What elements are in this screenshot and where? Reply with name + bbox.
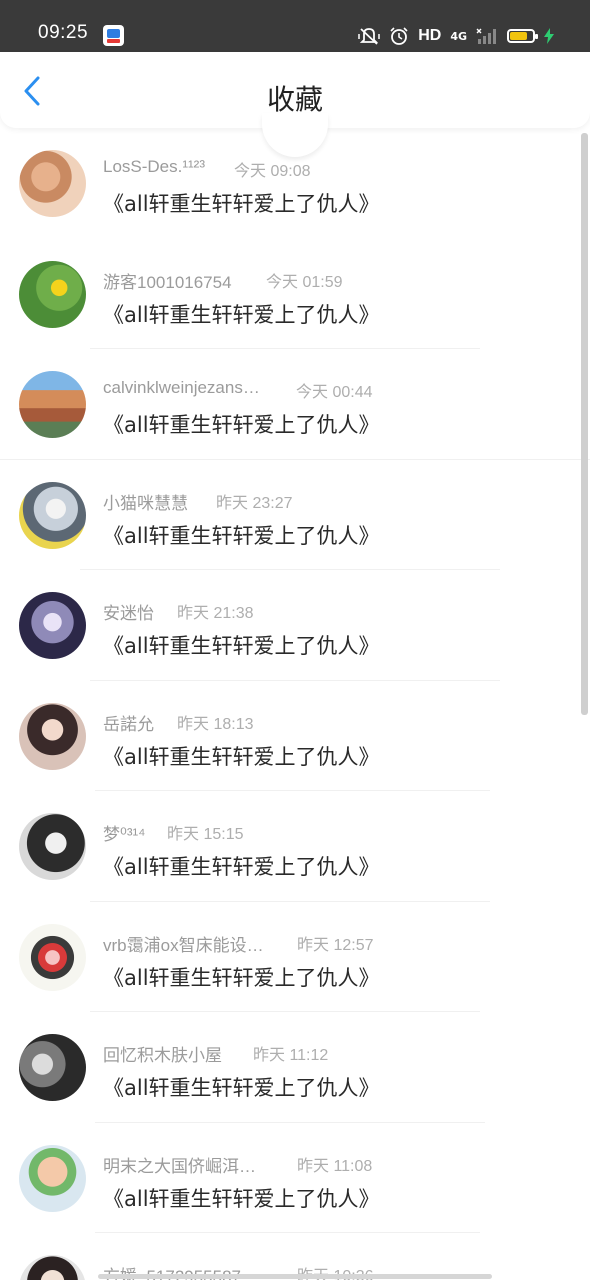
avatar[interactable]: [19, 371, 86, 438]
user-name[interactable]: 梦⁰³¹⁴: [103, 820, 145, 845]
timestamp: 今天 01:59: [266, 273, 343, 291]
avatar[interactable]: [19, 150, 86, 217]
alarm-icon: [390, 27, 408, 45]
favorite-title[interactable]: 《all轩重生轩轩爱上了仇人》: [103, 630, 380, 660]
list-item[interactable]: 梦⁰³¹⁴ 昨天 15:15 《all轩重生轩轩爱上了仇人》: [0, 791, 590, 902]
user-name[interactable]: 小猫咪慧慧: [103, 489, 188, 514]
list-item[interactable]: 方媛_5172955587…昨天 10:36: [0, 1233, 590, 1280]
avatar[interactable]: [19, 592, 86, 659]
user-name[interactable]: LosS-Des.¹¹²³: [103, 157, 205, 177]
battery-icon: [507, 29, 538, 43]
item-meta: 回忆积木肤小屋 昨天 11:12: [103, 1041, 403, 1066]
list-item[interactable]: 明末之大国侪崛洱… 昨天 11:08 《all轩重生轩轩爱上了仇人》: [0, 1123, 590, 1233]
favorites-list[interactable]: LosS-Des.¹¹²³ 今天 09:08 《all轩重生轩轩爱上了仇人》 游客10…: [0, 128, 590, 1280]
scrollbar[interactable]: [581, 133, 588, 715]
user-name[interactable]: 游客1001016754: [103, 268, 232, 293]
favorite-title[interactable]: 《all轩重生轩轩爱上了仇人》: [103, 962, 380, 992]
page-title: 收藏: [266, 83, 323, 116]
battery-level: [510, 32, 527, 40]
timestamp: 昨天 18:13: [177, 715, 254, 733]
app-notification-icon: [103, 25, 124, 46]
list-item[interactable]: 岳諾允 昨天 18:13 《all轩重生轩轩爱上了仇人》: [0, 681, 590, 791]
item-meta: 安迷怡 昨天 21:38: [103, 599, 403, 624]
favorite-title[interactable]: 《all轩重生轩轩爱上了仇人》: [103, 741, 380, 771]
favorite-title[interactable]: 《all轩重生轩轩爱上了仇人》: [103, 851, 380, 881]
favorite-title[interactable]: 《all轩重生轩轩爱上了仇人》: [103, 299, 380, 329]
user-name[interactable]: 回忆积木肤小屋: [103, 1041, 222, 1066]
charging-icon: [544, 28, 554, 44]
home-indicator[interactable]: [98, 1274, 492, 1279]
user-name[interactable]: 明末之大国侪崛洱…: [103, 1152, 256, 1177]
avatar[interactable]: [19, 702, 86, 770]
favorite-title[interactable]: 《all轩重生轩轩爱上了仇人》: [103, 1183, 380, 1213]
favorite-title[interactable]: 《all轩重生轩轩爱上了仇人》: [103, 520, 380, 550]
timestamp: 昨天 21:38: [177, 605, 254, 622]
user-name[interactable]: 安迷怡: [103, 599, 154, 624]
timestamp: 昨天 11:12: [253, 1047, 329, 1064]
timestamp: 昨天 12:57: [297, 936, 374, 954]
list-item[interactable]: calvinklweinjezans… 今天 00:44 《all轩重生轩轩爱上了仇…: [0, 349, 590, 460]
item-meta: vrb霭浦ox智床能设… 昨天 12:57: [103, 931, 403, 956]
user-name[interactable]: vrb霭浦ox智床能设…: [103, 931, 264, 956]
item-meta: 岳諾允 昨天 18:13: [103, 710, 403, 735]
list-item[interactable]: 回忆积木肤小屋 昨天 11:12 《all轩重生轩轩爱上了仇人》: [0, 1012, 590, 1123]
timestamp: 今天 00:44: [296, 384, 373, 401]
timestamp: 昨天 15:15: [167, 826, 244, 843]
status-bar: 09:25 HD 4G: [0, 0, 590, 52]
status-icons: HD 4G: [358, 24, 554, 48]
avatar[interactable]: [19, 1144, 86, 1212]
list-item[interactable]: 游客1001016754 今天 01:59 《all轩重生轩轩爱上了仇人》: [0, 239, 590, 349]
favorite-title[interactable]: 《all轩重生轩轩爱上了仇人》: [103, 409, 380, 439]
avatar[interactable]: [19, 481, 86, 549]
list-item[interactable]: vrb霭浦ox智床能设… 昨天 12:57 《all轩重生轩轩爱上了仇人》: [0, 902, 590, 1012]
mute-vibrate-icon: [358, 28, 380, 45]
signal-icon: [476, 28, 496, 44]
timestamp: 昨天 23:27: [216, 494, 293, 512]
favorite-title[interactable]: 《all轩重生轩轩爱上了仇人》: [103, 188, 380, 218]
item-meta: calvinklweinjezans… 今天 00:44: [103, 378, 403, 401]
favorite-title[interactable]: 《all轩重生轩轩爱上了仇人》: [103, 1072, 380, 1102]
item-meta: 梦⁰³¹⁴ 昨天 15:15: [103, 820, 403, 845]
avatar[interactable]: [19, 1255, 86, 1280]
timestamp: 昨天 11:08: [297, 1157, 373, 1175]
hd-indicator: HD: [418, 27, 442, 44]
list-item[interactable]: 安迷怡 昨天 21:38 《all轩重生轩轩爱上了仇人》: [0, 570, 590, 681]
item-meta: 明末之大国侪崛洱… 昨天 11:08: [103, 1152, 403, 1177]
user-name[interactable]: 岳諾允: [103, 710, 154, 735]
item-meta: LosS-Des.¹¹²³ 今天 09:08: [103, 157, 403, 180]
network-type: 4G: [450, 29, 467, 43]
avatar[interactable]: [19, 260, 86, 328]
avatar[interactable]: [19, 813, 86, 880]
timestamp: 今天 09:08: [234, 163, 311, 180]
clock: 09:25: [38, 22, 89, 43]
avatar[interactable]: [19, 923, 86, 991]
list-item[interactable]: 小猫咪慧慧 昨天 23:27 《all轩重生轩轩爱上了仇人》: [0, 460, 590, 570]
user-name[interactable]: calvinklweinjezans…: [103, 378, 260, 398]
item-meta: 游客1001016754 今天 01:59: [103, 268, 403, 293]
item-meta: 小猫咪慧慧 昨天 23:27: [103, 489, 403, 514]
avatar[interactable]: [19, 1034, 86, 1101]
